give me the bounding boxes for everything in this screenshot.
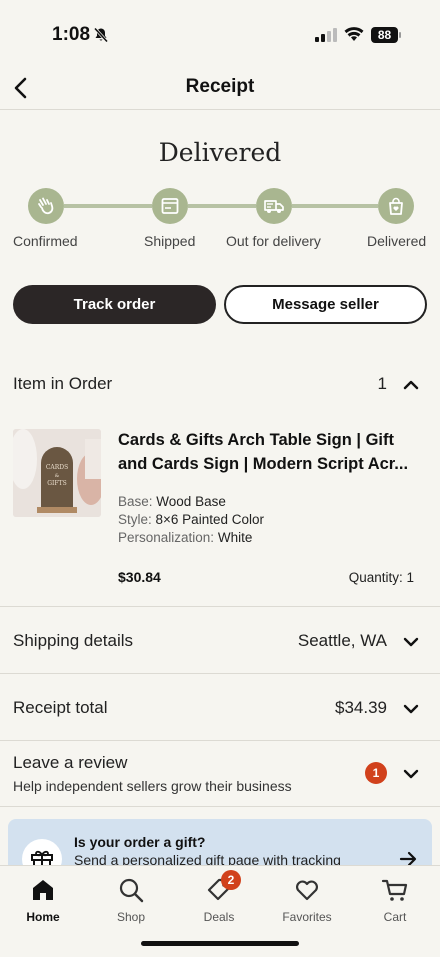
step-delivered: [378, 188, 414, 224]
package-icon: [161, 198, 179, 214]
leave-review-subtitle: Help independent sellers grow their busi…: [13, 778, 292, 794]
step-label-shipped: Shipped: [144, 233, 196, 249]
delivery-truck-icon: [264, 200, 284, 213]
items-section-header[interactable]: Item in Order 1: [0, 362, 440, 406]
attribute-value: Wood Base: [156, 494, 226, 509]
wifi-icon: [344, 27, 364, 41]
message-seller-button[interactable]: Message seller: [224, 285, 427, 324]
battery-level: 88: [371, 27, 398, 43]
shipping-details-row[interactable]: Shipping details Seattle, WA: [0, 607, 440, 673]
tab-label-deals: Deals: [203, 910, 235, 924]
tab-label-home: Home: [26, 910, 60, 924]
items-count: 1: [377, 374, 387, 393]
track-order-button[interactable]: Track order: [13, 285, 216, 324]
home-icon: [33, 880, 53, 900]
order-progress-tracker: Confirmed Shipped Out for delivery Deliv…: [0, 186, 440, 256]
attribute-value: White: [217, 530, 253, 545]
items-section-label: Item in Order: [13, 374, 113, 393]
tab-label-shop: Shop: [116, 910, 146, 924]
item-attribute-base: Base: Wood Base: [118, 494, 226, 509]
svg-text:CARDS: CARDS: [46, 464, 68, 471]
deals-badge: 2: [221, 870, 241, 890]
step-label-confirmed: Confirmed: [13, 233, 78, 249]
tab-favorites[interactable]: Favorites: [267, 872, 347, 928]
leave-review-label: Leave a review: [13, 753, 128, 772]
home-indicator: [141, 941, 299, 946]
item-attribute-style: Style: 8×6 Painted Color: [118, 512, 264, 527]
tab-label-favorites: Favorites: [282, 910, 332, 924]
tab-cart[interactable]: Cart: [355, 872, 435, 928]
order-status-heading: Delivered: [158, 138, 282, 167]
bell-muted-icon: [93, 27, 109, 43]
divider: [0, 806, 440, 807]
item-quantity: Quantity: 1: [348, 570, 414, 585]
receipt-total-value: $34.39: [335, 698, 387, 717]
status-bar: 1:08 88: [0, 0, 440, 66]
cart-icon: [381, 879, 408, 901]
step-out-for-delivery: [256, 188, 292, 224]
chevron-down-icon[interactable]: [402, 633, 420, 651]
item-attribute-personalization: Personalization: White: [118, 530, 252, 545]
receipt-total-label: Receipt total: [13, 698, 108, 717]
receipt-total-row[interactable]: Receipt total $34.39: [0, 674, 440, 740]
attribute-key: Personalization:: [118, 530, 215, 545]
attribute-value: 8×6 Painted Color: [155, 512, 264, 527]
gift-banner-title: Is your order a gift?: [74, 834, 206, 850]
step-confirmed: [28, 188, 64, 224]
chevron-up-icon[interactable]: [402, 376, 420, 394]
review-count-badge: 1: [365, 762, 387, 784]
page-title: Receipt: [185, 76, 255, 97]
chevron-down-icon[interactable]: [402, 765, 420, 783]
shipping-destination: Seattle, WA: [297, 631, 387, 650]
tab-home[interactable]: Home: [3, 872, 83, 928]
attribute-key: Base:: [118, 494, 153, 509]
step-label-delivered: Delivered: [367, 233, 427, 249]
status-time: 1:08: [52, 24, 91, 45]
tab-shop[interactable]: Shop: [91, 872, 171, 928]
svg-text:GIFTS: GIFTS: [47, 480, 66, 487]
search-icon: [119, 878, 144, 903]
product-image: CARDS & GIFTS: [13, 429, 101, 517]
item-title[interactable]: Cards & Gifts Arch Table Sign | Gift and…: [118, 428, 418, 476]
chevron-down-icon[interactable]: [402, 700, 420, 718]
heart-icon: [296, 880, 318, 901]
heart-bag-icon: [389, 197, 403, 215]
tab-deals[interactable]: 2 Deals: [179, 870, 259, 928]
attribute-key: Style:: [118, 512, 152, 527]
shipping-details-label: Shipping details: [13, 631, 134, 650]
item-thumbnail[interactable]: CARDS & GIFTS: [13, 429, 101, 517]
header: Receipt: [0, 66, 440, 110]
step-shipped: [152, 188, 188, 224]
svg-text:&: &: [55, 473, 60, 479]
hand-wave-icon: [38, 197, 54, 215]
tab-label-cart: Cart: [383, 910, 407, 924]
battery-icon: 88: [371, 27, 401, 43]
item-price: $30.84: [118, 569, 161, 585]
cellular-signal-icon: [315, 28, 337, 42]
step-label-out-for-delivery: Out for delivery: [226, 233, 321, 249]
